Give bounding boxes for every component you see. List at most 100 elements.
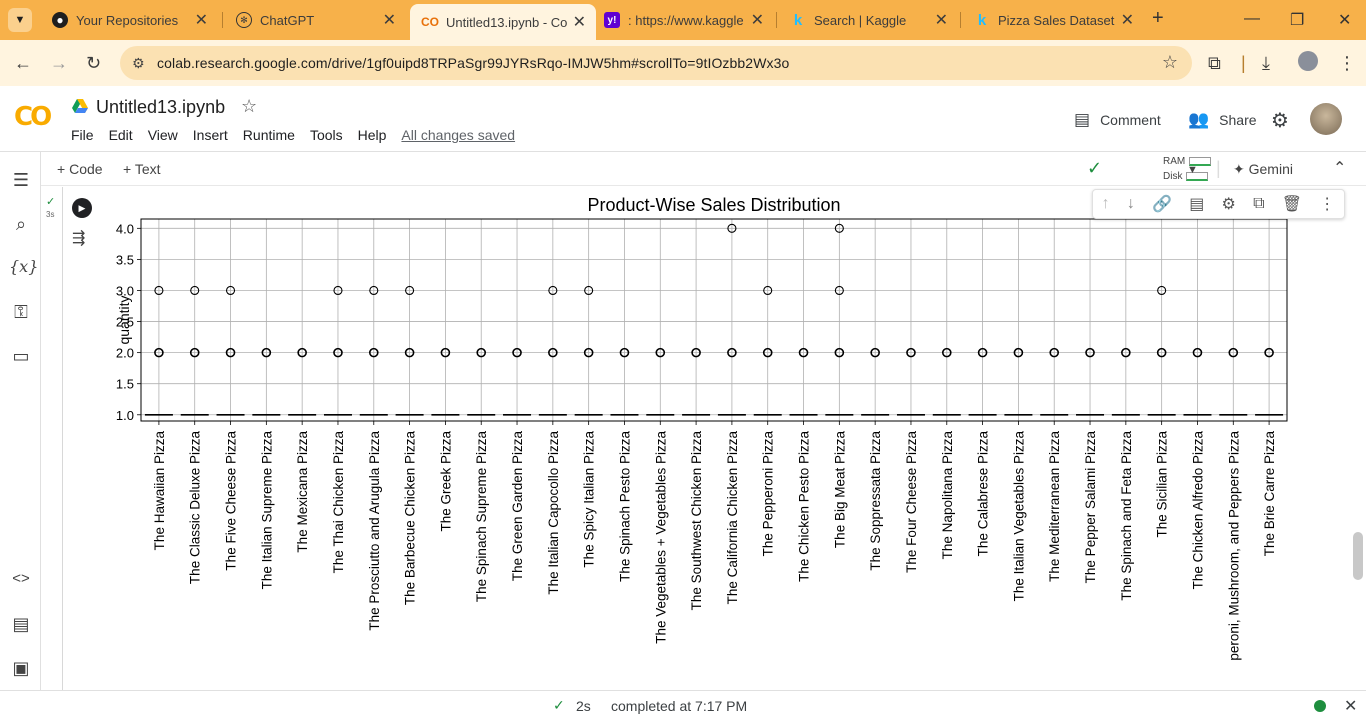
x-tick-label: The Big Meat Pizza [832, 431, 847, 549]
x-tick-label: The Green Garden Pizza [510, 431, 525, 582]
collapse-header-icon[interactable]: ⌃ [1333, 158, 1346, 178]
settings-gear-icon[interactable]: ⚙ [1271, 108, 1289, 133]
secrets-key-icon[interactable]: ⚿ [9, 302, 33, 323]
x-tick-label: The Italian Capocollo Pizza [546, 431, 561, 595]
move-down-icon[interactable]: ↓ [1127, 195, 1135, 213]
link-icon[interactable]: 🔗 [1152, 194, 1172, 214]
add-code-button[interactable]: + Code [57, 161, 103, 177]
window-close-button[interactable]: ✕ [1338, 10, 1351, 30]
extensions-icon[interactable]: ⧉ [1208, 53, 1221, 74]
restore-button[interactable]: ❐ [1290, 10, 1304, 30]
address-bar[interactable]: ⚙ colab.research.google.com/drive/1gf0ui… [120, 46, 1192, 80]
comment-button[interactable]: ▤ Comment [1074, 110, 1161, 130]
x-tick-label: The Four Cheese Pizza [904, 431, 919, 573]
share-button[interactable]: 👥 Share [1188, 110, 1257, 130]
runtime-dropdown-icon[interactable]: ▼ [1187, 164, 1198, 176]
x-tick-label: The Spinach Supreme Pizza [474, 431, 489, 603]
reload-button[interactable]: ↻ [86, 53, 101, 74]
forward-button[interactable]: → [50, 53, 68, 74]
variables-icon[interactable]: {x} [9, 257, 38, 276]
menu-runtime[interactable]: Runtime [243, 127, 295, 143]
minimize-button[interactable]: — [1244, 10, 1260, 28]
back-button[interactable]: ← [14, 53, 32, 74]
browser-tab[interactable]: k Search | Kaggle ✕ [778, 6, 958, 34]
browser-tab[interactable]: k Pizza Sales Dataset ✕ [962, 6, 1144, 34]
menu-help[interactable]: Help [358, 127, 387, 143]
download-icon[interactable]: ⤓ [1262, 53, 1270, 74]
x-tick-label: The Chicken Pesto Pizza [797, 431, 812, 582]
tab-label: Pizza Sales Dataset [998, 12, 1115, 28]
star-icon[interactable]: ☆ [241, 96, 257, 117]
comment-icon[interactable]: ▤ [1189, 194, 1204, 214]
notebook-title[interactable]: Untitled13.ipynb [96, 97, 225, 118]
close-icon[interactable]: ✕ [1121, 10, 1134, 30]
account-avatar[interactable] [1310, 103, 1342, 135]
share-people-icon: 👥 [1188, 110, 1210, 129]
x-tick-label: The Thai Chicken Pizza [331, 431, 346, 574]
site-info-icon[interactable]: ⚙ [132, 55, 145, 72]
search-icon[interactable]: ⌕ [9, 214, 33, 235]
close-icon[interactable]: ✕ [195, 10, 208, 30]
browser-tab-active[interactable]: CO Untitled13.ipynb - Co ✕ [410, 4, 596, 40]
output-actions-icon[interactable]: ⇶ [72, 228, 85, 248]
close-status-icon[interactable]: ✕ [1344, 696, 1357, 716]
y-axis-label: quantity [116, 295, 132, 344]
browser-tab-strip: ▼ ● Your Repositories ✕ ✻ ChatGPT ✕ CO U… [0, 0, 1366, 40]
scrollbar-thumb[interactable] [1353, 532, 1363, 580]
browser-menu-icon[interactable]: ⋮ [1338, 53, 1356, 74]
run-cell-button[interactable]: ▶ [72, 198, 92, 218]
toolbar-divider: | [1216, 158, 1221, 178]
x-tick-label: The Calabrese Pizza [976, 431, 991, 557]
save-status-link[interactable]: All changes saved [401, 127, 515, 143]
colab-logo[interactable]: CO [14, 102, 52, 132]
menu-file[interactable]: File [71, 127, 94, 143]
code-snippets-icon[interactable]: <> [9, 570, 33, 587]
profile-avatar[interactable] [1298, 51, 1318, 71]
google-drive-icon[interactable] [72, 99, 88, 114]
delete-icon[interactable]: 🗑 [1282, 194, 1302, 214]
connected-check-icon: ✓ [1087, 158, 1103, 178]
chatgpt-icon: ✻ [236, 12, 252, 28]
notebook-toolbar: + Code + Text ✓ RAM Disk ▼ | ✦ Gemini ⌃ [41, 152, 1366, 186]
cell-settings-icon[interactable]: ⚙ [1222, 194, 1236, 214]
move-up-icon[interactable]: ↑ [1102, 195, 1110, 213]
add-text-button[interactable]: + Text [123, 161, 161, 177]
close-icon[interactable]: ✕ [383, 10, 396, 30]
x-tick-label: The Spicy Italian Pizza [582, 431, 597, 568]
bookmark-star-icon[interactable]: ☆ [1162, 52, 1178, 73]
browser-tab[interactable]: ● Your Repositories ✕ [40, 6, 218, 34]
status-elapsed: 2s [576, 698, 591, 714]
plot-frame [140, 218, 1288, 422]
add-text-label: Text [134, 161, 161, 177]
command-palette-icon[interactable]: ▤ [9, 614, 33, 635]
kaggle-icon: k [793, 11, 803, 29]
mirror-cell-icon[interactable]: ⧉ [1253, 195, 1264, 213]
x-tick-label: The Brie Carre Pizza [1262, 431, 1277, 557]
x-tick-label: The Classic Deluxe Pizza [188, 431, 203, 585]
new-tab-button[interactable]: + [1152, 7, 1164, 30]
more-options-icon[interactable]: ⋮ [1319, 194, 1335, 214]
github-icon: ● [52, 12, 68, 28]
close-icon[interactable]: ✕ [751, 10, 764, 30]
gemini-button[interactable]: ✦ Gemini [1233, 161, 1293, 178]
gemini-label: Gemini [1248, 161, 1293, 177]
y-tick-label: 1.0 [116, 408, 134, 423]
x-tick-label: The Italian Vegetables Pizza [1011, 431, 1026, 602]
browser-tab[interactable]: y! : https://www.kaggle ✕ [592, 6, 774, 34]
table-of-contents-icon[interactable]: ☰ [9, 170, 33, 191]
menu-view[interactable]: View [148, 127, 178, 143]
close-icon[interactable]: ✕ [935, 10, 948, 30]
files-folder-icon[interactable]: ▭ [9, 346, 33, 367]
menu-bar: File Edit View Insert Runtime Tools Help… [71, 127, 530, 143]
tab-label: ChatGPT [260, 12, 315, 28]
browser-tab[interactable]: ✻ ChatGPT ✕ [224, 6, 406, 34]
x-tick-label: The Mexicana Pizza [295, 431, 310, 553]
tab-search-button[interactable]: ▼ [8, 8, 32, 32]
menu-tools[interactable]: Tools [310, 127, 343, 143]
terminal-icon[interactable]: ▣ [9, 658, 33, 679]
menu-edit[interactable]: Edit [109, 127, 133, 143]
menu-insert[interactable]: Insert [193, 127, 228, 143]
x-tick-label: The Hawaiian Pizza [152, 431, 167, 551]
status-check-icon: ✓ [553, 697, 565, 713]
close-icon[interactable]: ✕ [573, 12, 586, 32]
